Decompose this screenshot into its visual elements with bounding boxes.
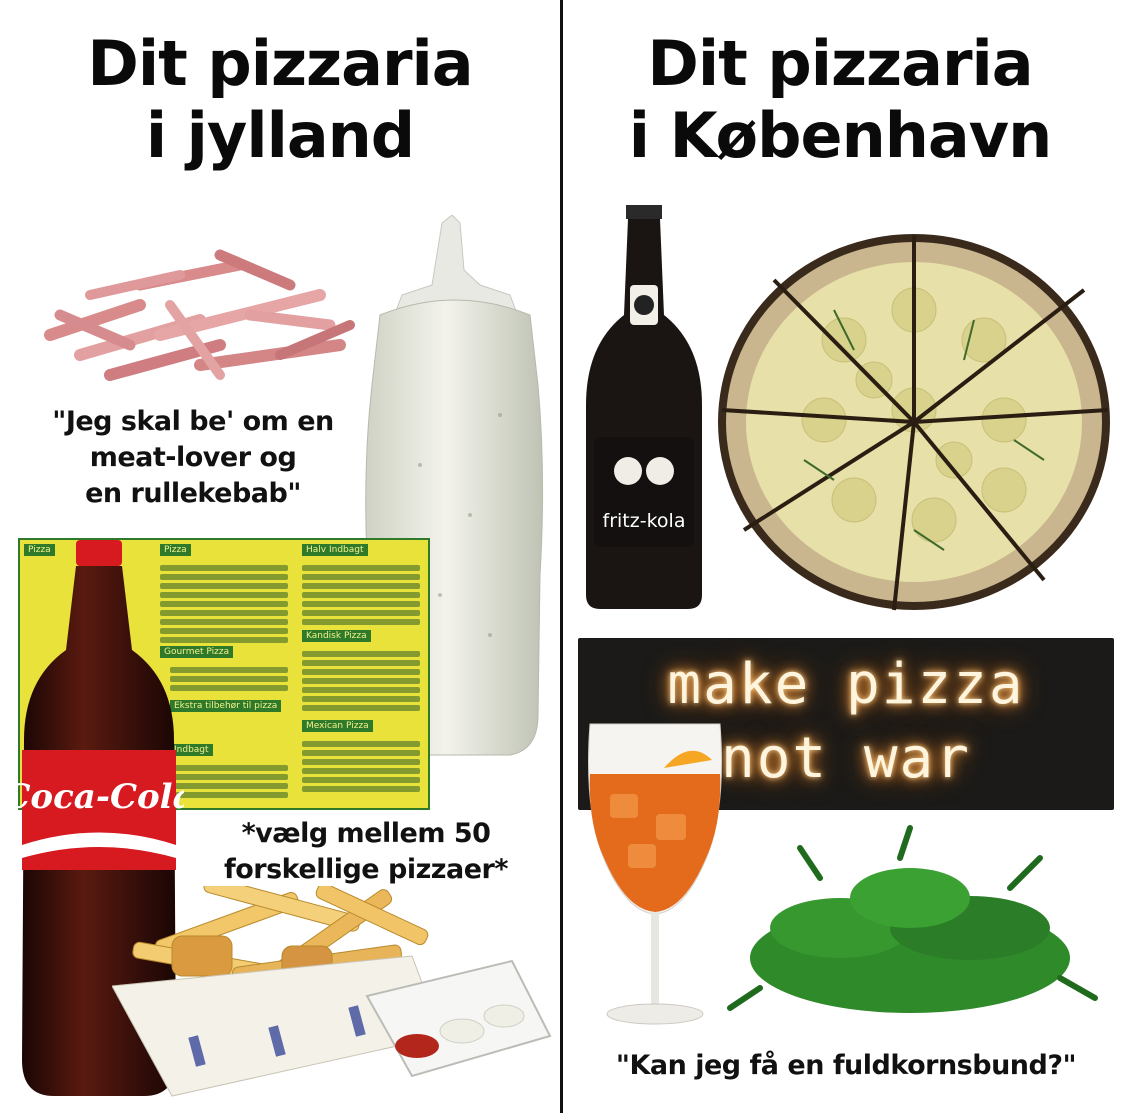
menu-header: Mexican Pizza bbox=[302, 720, 373, 732]
menu-caption-line2: forskellige pizzaer* bbox=[223, 854, 509, 885]
menu-rows bbox=[170, 664, 288, 694]
fritz-kola-bottle-image: fritz-kola bbox=[586, 205, 702, 609]
potato-pizza-image bbox=[718, 234, 1110, 611]
order-caption: "Jeg skal be' om en meat-lover og en rul… bbox=[18, 404, 368, 512]
menu-caption-line1: *vælg mellem 50 bbox=[241, 818, 491, 849]
arugula-image bbox=[727, 825, 1098, 1013]
fritz-kola-label: fritz-kola bbox=[603, 510, 686, 532]
right-title-line2: i København bbox=[628, 99, 1053, 172]
menu-header: Kandisk Pizza bbox=[302, 630, 371, 642]
right-title-line1: Dit pizzaria bbox=[647, 27, 1033, 100]
ham-strips-image bbox=[44, 249, 355, 381]
order-caption-line2: meat-lover og bbox=[89, 442, 297, 473]
center-divider bbox=[560, 0, 563, 1113]
left-title-line2: i jylland bbox=[145, 99, 415, 172]
aperol-spritz-glass-image bbox=[588, 723, 722, 1025]
menu-rows bbox=[302, 562, 420, 628]
left-title-line1: Dit pizzaria bbox=[87, 27, 473, 100]
right-title: Dit pizzaria i København bbox=[570, 28, 1110, 172]
menu-header: Halv Indbagt bbox=[302, 544, 368, 556]
menu-rows bbox=[302, 738, 420, 795]
neon-line1: make pizza bbox=[667, 652, 1025, 717]
menu-caption: *vælg mellem 50 forskellige pizzaer* bbox=[176, 816, 556, 888]
order-caption-line3: en rullekebab" bbox=[85, 478, 301, 509]
menu-rows bbox=[170, 762, 288, 801]
order-caption-line1: "Jeg skal be' om en bbox=[52, 406, 334, 437]
fullgrain-caption: "Kan jeg få en fuldkornsbund?" bbox=[615, 1050, 1077, 1081]
fries-tray-image bbox=[112, 886, 552, 1097]
menu-rows bbox=[302, 648, 420, 714]
menu-header: Ekstra tilbehør til pizza bbox=[170, 700, 282, 712]
left-title: Dit pizzaria i jylland bbox=[10, 28, 550, 172]
cola-logo-text: Coca-Cola bbox=[14, 777, 184, 817]
